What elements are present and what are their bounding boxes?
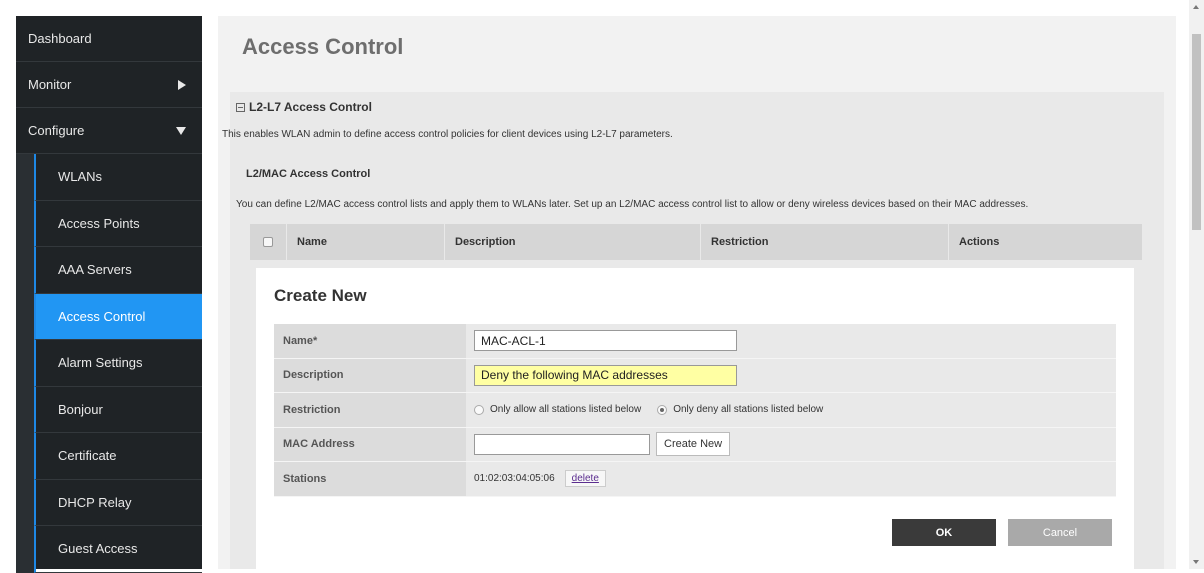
scroll-down-icon[interactable] xyxy=(1193,560,1199,564)
sidebar-item-monitor[interactable]: Monitor xyxy=(16,62,202,108)
sidebar-item-label: Certificate xyxy=(58,448,117,464)
form-row-description: Description Deny the following MAC addre… xyxy=(274,358,1116,393)
form-row-name: Name* MAC-ACL-1 xyxy=(274,324,1116,359)
create-new-station-button[interactable]: Create New xyxy=(656,432,731,457)
configure-submenu: WLANs Access Points AAA Servers Access C… xyxy=(16,154,202,573)
sidebar-item-bonjour[interactable]: Bonjour xyxy=(34,386,202,433)
station-mac: 01:02:03:04:05:06 xyxy=(474,473,555,485)
create-new-card: Create New Name* MAC-ACL-1 Description D… xyxy=(256,268,1134,569)
sidebar-nav: Dashboard Monitor Configure WLANs Access… xyxy=(16,16,202,573)
sidebar-item-label: WLANs xyxy=(58,169,103,185)
stations-value-cell: 01:02:03:04:05:06 delete xyxy=(466,462,1116,496)
expand-arrow-icon xyxy=(178,79,186,90)
allow-radio-label[interactable]: Only allow all stations listed below xyxy=(490,404,641,415)
main-content: Access Control L2-L7 Access Control This… xyxy=(218,16,1176,569)
sidebar-item-label: Dashboard xyxy=(28,31,92,46)
description-label: Description xyxy=(274,358,466,392)
column-header-actions: Actions xyxy=(948,224,1142,260)
form-row-mac-address: MAC Address Create New xyxy=(274,427,1116,462)
sidebar-item-label: Alarm Settings xyxy=(58,355,143,371)
column-header-restriction[interactable]: Restriction xyxy=(700,224,948,260)
section-description: This enables WLAN admin to define access… xyxy=(222,129,673,140)
mac-address-input[interactable] xyxy=(474,433,650,455)
sidebar-item-certificate[interactable]: Certificate xyxy=(34,433,202,480)
submenu-rail xyxy=(16,154,34,573)
collapse-icon[interactable] xyxy=(236,102,245,112)
sidebar-item-label: Access Points xyxy=(58,215,140,231)
sidebar-item-label: DHCP Relay xyxy=(58,494,132,510)
page-title: Access Control xyxy=(242,34,404,59)
column-header-name[interactable]: Name xyxy=(286,224,444,260)
deny-radio[interactable] xyxy=(657,404,668,415)
sidebar-item-guest-access[interactable]: Guest Access xyxy=(34,526,202,573)
description-input[interactable]: Deny the following MAC addresses xyxy=(474,364,737,386)
restriction-value-cell: Only allow all stations listed below Onl… xyxy=(466,393,1116,427)
sidebar-item-wlans[interactable]: WLANs xyxy=(34,154,202,201)
page-scrollbar[interactable] xyxy=(1189,0,1204,569)
subsection-title: L2/MAC Access Control xyxy=(246,168,371,180)
acl-table-header: Name Description Restriction Actions xyxy=(250,224,1142,260)
name-input[interactable]: MAC-ACL-1 xyxy=(474,330,737,352)
sidebar-item-alarm-settings[interactable]: Alarm Settings xyxy=(34,340,202,387)
sidebar-item-dashboard[interactable]: Dashboard xyxy=(16,16,202,62)
sidebar-item-configure[interactable]: Configure xyxy=(16,108,202,154)
description-value-cell: Deny the following MAC addresses xyxy=(466,358,1116,392)
form-row-stations: Stations 01:02:03:04:05:06 delete xyxy=(274,462,1116,497)
sidebar-item-label: Monitor xyxy=(28,77,72,92)
form-row-restriction: Restriction Only allow all stations list… xyxy=(274,393,1116,428)
sidebar-item-aaa-servers[interactable]: AAA Servers xyxy=(34,247,202,294)
collapse-arrow-icon xyxy=(176,126,186,135)
ok-button[interactable]: OK xyxy=(892,519,996,546)
cancel-button[interactable]: Cancel xyxy=(1008,519,1112,546)
scrollbar-thumb[interactable] xyxy=(1192,34,1201,230)
sidebar-item-label: Access Control xyxy=(58,308,146,324)
section-title: L2-L7 Access Control xyxy=(249,100,372,114)
sidebar-item-label: Configure xyxy=(28,123,85,138)
subsection-description: You can define L2/MAC access control lis… xyxy=(236,199,1029,210)
stations-label: Stations xyxy=(274,462,466,496)
delete-station-button[interactable]: delete xyxy=(564,470,606,488)
sidebar-item-access-points[interactable]: Access Points xyxy=(34,200,202,247)
mac-address-label: MAC Address xyxy=(274,427,466,461)
l2-l7-access-control-panel: L2-L7 Access Control This enables WLAN a… xyxy=(222,92,1164,569)
mac-address-value-cell: Create New xyxy=(466,427,1116,461)
section-header[interactable]: L2-L7 Access Control xyxy=(236,100,372,114)
scroll-up-icon[interactable] xyxy=(1193,5,1199,9)
column-header-description[interactable]: Description xyxy=(444,224,700,260)
restriction-label: Restriction xyxy=(274,393,466,427)
name-label: Name* xyxy=(274,324,466,358)
sidebar-item-access-control[interactable]: Access Control xyxy=(34,293,202,340)
select-all-cell xyxy=(250,224,286,260)
sidebar-item-label: AAA Servers xyxy=(58,262,132,278)
sidebar-item-label: Bonjour xyxy=(58,401,103,417)
create-acl-form: Name* MAC-ACL-1 Description Deny the fol… xyxy=(274,324,1116,497)
deny-radio-label[interactable]: Only deny all stations listed below xyxy=(673,404,823,415)
name-value-cell: MAC-ACL-1 xyxy=(466,324,1116,358)
create-new-title: Create New xyxy=(274,286,367,305)
allow-radio[interactable] xyxy=(474,404,484,415)
sidebar-item-dhcp-relay[interactable]: DHCP Relay xyxy=(34,479,202,526)
sidebar-item-label: Guest Access xyxy=(58,541,138,557)
select-all-checkbox[interactable] xyxy=(263,237,273,247)
